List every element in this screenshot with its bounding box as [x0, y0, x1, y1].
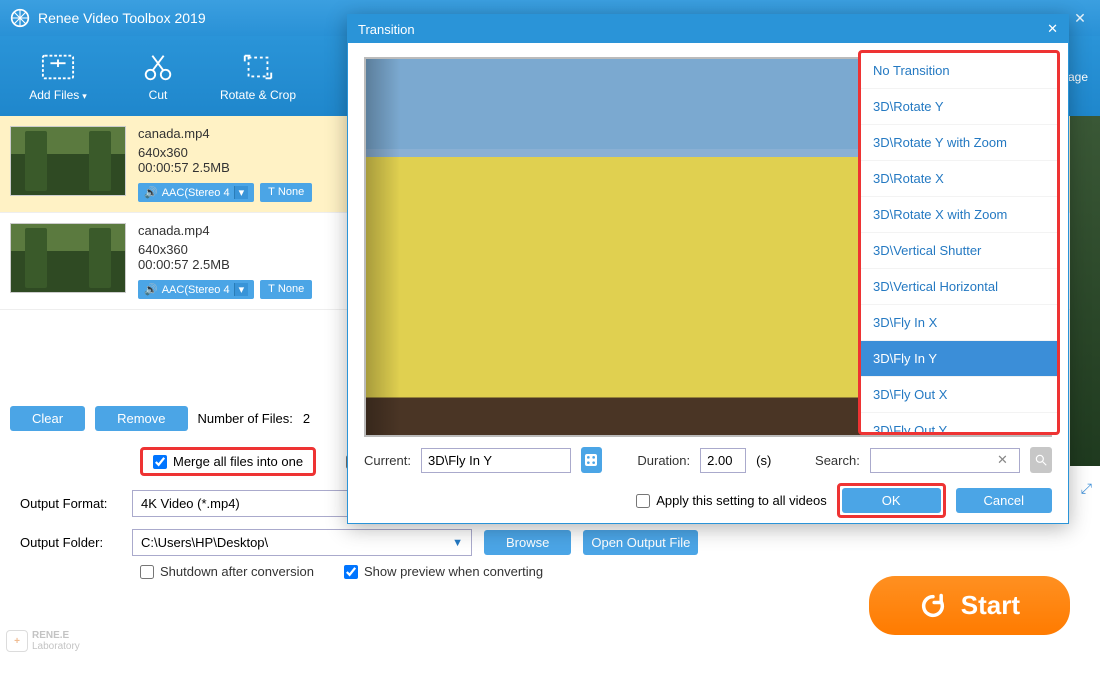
dice-icon — [583, 452, 599, 468]
transition-controls: Current: Duration: (s) Search: ✕ — [348, 437, 1068, 483]
chevron-down-icon: ▾ — [234, 186, 249, 199]
open-output-button[interactable]: Open Output File — [583, 530, 698, 555]
dialog-titlebar: Transition ✕ — [348, 15, 1068, 43]
app-title: Renee Video Toolbox 2019 — [38, 10, 206, 26]
watermark: + RENE.ELaboratory — [6, 630, 80, 652]
search-label: Search: — [815, 453, 860, 468]
chevron-down-icon: ▼ — [452, 537, 463, 549]
output-format-label: Output Format: — [20, 496, 120, 511]
file-name: canada.mp4 — [138, 126, 312, 141]
transition-option[interactable]: 3D\Fly In Y — [861, 341, 1057, 377]
chevron-down-icon: ▾ — [234, 283, 249, 296]
file-name: canada.mp4 — [138, 223, 312, 238]
refresh-icon — [919, 592, 947, 620]
rotate-crop-button[interactable]: Rotate & Crop — [208, 50, 308, 102]
expand-icon[interactable]: ⤢ — [1081, 480, 1092, 497]
file-count: 2 — [303, 411, 310, 426]
transition-option[interactable]: 3D\Fly Out X — [861, 377, 1057, 413]
speaker-icon: 🔊 — [144, 186, 158, 199]
clear-button[interactable]: Clear — [10, 406, 85, 431]
file-dimensions: 640x360 — [138, 145, 312, 160]
file-thumbnail — [10, 126, 126, 196]
merge-label: Merge all files into one — [173, 454, 303, 469]
transition-option[interactable]: No Transition — [861, 53, 1057, 89]
shutdown-label: Shutdown after conversion — [160, 564, 314, 579]
file-thumbnail — [10, 223, 126, 293]
transition-option[interactable]: 3D\Rotate X — [861, 161, 1057, 197]
duration-label: Duration: — [637, 453, 690, 468]
cut-button[interactable]: Cut — [108, 50, 208, 102]
transition-option[interactable]: 3D\Fly In X — [861, 305, 1057, 341]
output-folder-label: Output Folder: — [20, 535, 120, 550]
audio-track-selector[interactable]: 🔊 AAC(Stereo 4 ▾ — [138, 183, 254, 202]
ok-button[interactable]: OK — [842, 488, 941, 513]
remove-button[interactable]: Remove — [95, 406, 187, 431]
clear-search-icon[interactable]: ✕ — [997, 452, 1008, 468]
watermark-icon: + — [6, 630, 28, 652]
subtitle-selector[interactable]: T None — [260, 280, 312, 299]
transition-option[interactable]: 3D\Rotate Y with Zoom — [861, 125, 1057, 161]
preview-label: Show preview when converting — [364, 564, 543, 579]
apply-all-checkbox[interactable] — [636, 494, 650, 508]
add-files-button[interactable]: Add Files▾ — [8, 50, 108, 102]
merge-checkbox-highlight: Merge all files into one — [140, 447, 316, 476]
random-button[interactable] — [581, 447, 602, 473]
preview-checkbox[interactable] — [344, 565, 358, 579]
search-icon — [1034, 453, 1048, 467]
app-logo-icon — [10, 8, 30, 28]
text-icon: T — [268, 186, 275, 198]
cancel-button[interactable]: Cancel — [956, 488, 1052, 513]
preview-panel-edge — [1070, 116, 1100, 466]
current-label: Current: — [364, 453, 411, 468]
ok-button-highlight: OK — [837, 483, 946, 518]
current-transition-input[interactable] — [421, 448, 571, 473]
speaker-icon: 🔊 — [144, 283, 158, 296]
transition-dialog: Transition ✕ Current: Duration: (s) Sear… — [347, 14, 1069, 524]
text-icon: T — [268, 283, 275, 295]
transition-option[interactable]: 3D\Vertical Shutter — [861, 233, 1057, 269]
transition-option[interactable]: 3D\Rotate X with Zoom — [861, 197, 1057, 233]
browse-button[interactable]: Browse — [484, 530, 571, 555]
close-button[interactable]: ✕ — [1070, 8, 1090, 28]
merge-checkbox[interactable] — [153, 455, 167, 469]
output-folder-combo[interactable]: C:\Users\HP\Desktop\ ▼ — [132, 529, 472, 556]
audio-track-selector[interactable]: 🔊 AAC(Stereo 4 ▾ — [138, 280, 254, 299]
search-button[interactable] — [1030, 447, 1052, 473]
transition-option[interactable]: 3D\Vertical Horizontal — [861, 269, 1057, 305]
subtitle-selector[interactable]: T None — [260, 183, 312, 202]
duration-input[interactable] — [700, 448, 746, 473]
start-button[interactable]: Start — [869, 576, 1070, 635]
dialog-title: Transition — [358, 22, 415, 37]
dialog-close-button[interactable]: ✕ — [1047, 21, 1058, 37]
apply-all-label: Apply this setting to all videos — [656, 493, 827, 508]
transition-option[interactable]: 3D\Rotate Y — [861, 89, 1057, 125]
file-meta: 00:00:57 2.5MB — [138, 257, 312, 272]
file-dimensions: 640x360 — [138, 242, 312, 257]
file-meta: 00:00:57 2.5MB — [138, 160, 312, 175]
shutdown-checkbox[interactable] — [140, 565, 154, 579]
duration-unit: (s) — [756, 453, 771, 468]
transition-list: No Transition3D\Rotate Y3D\Rotate Y with… — [858, 50, 1060, 435]
transition-option[interactable]: 3D\Fly Out Y — [861, 413, 1057, 432]
file-count-label: Number of Files: — [198, 411, 293, 426]
